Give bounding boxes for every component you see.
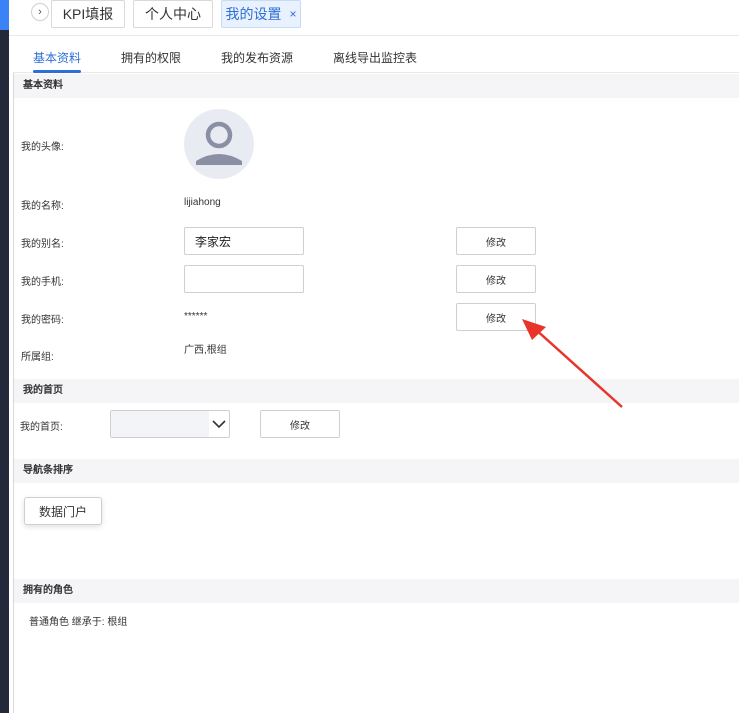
password-value: ****** (184, 311, 208, 322)
app-sidebar-strip (0, 0, 9, 713)
modify-alias-button[interactable]: 修改 (456, 227, 536, 255)
settings-sub-tabs: 基本资料 拥有的权限 我的发布资源 离线导出监控表 (13, 37, 739, 73)
close-icon[interactable]: × (289, 7, 296, 21)
avatar[interactable] (184, 109, 254, 179)
home-select-field (111, 411, 209, 437)
name-label: 我的名称: (21, 201, 64, 212)
section-header-basic: 基本资料 (14, 74, 739, 98)
expand-chevron-icon[interactable]: › (31, 3, 49, 21)
page-tab-personal-center[interactable]: 个人中心 (133, 0, 213, 28)
name-value: lijiahong (184, 197, 221, 208)
tab-published-resources[interactable]: 我的发布资源 (221, 49, 293, 66)
page-tab-my-settings[interactable]: 我的设置 × (221, 0, 301, 28)
alias-label: 我的别名: (21, 239, 64, 250)
page-tabs-bar: › KPI填报 个人中心 我的设置 × (9, 0, 739, 36)
group-value: 广西,根组 (184, 345, 227, 356)
modify-phone-button[interactable]: 修改 (456, 265, 536, 293)
home-label: 我的首页: (20, 422, 63, 433)
home-select[interactable] (110, 410, 230, 438)
modify-home-button[interactable]: 修改 (260, 410, 340, 438)
user-silhouette-icon (196, 121, 242, 165)
tab-offline-export[interactable]: 离线导出监控表 (333, 49, 417, 66)
group-label: 所属组: (21, 352, 54, 363)
page-tab-label: 个人中心 (145, 6, 201, 22)
password-label: 我的密码: (21, 315, 64, 326)
page-tab-label: 我的设置 (225, 6, 282, 22)
avatar-label: 我的头像: (21, 142, 64, 153)
tab-permissions[interactable]: 拥有的权限 (121, 49, 181, 66)
phone-label: 我的手机: (21, 277, 64, 288)
annotation-arrow (522, 319, 623, 408)
chevron-down-icon (212, 420, 226, 429)
tab-basic-info[interactable]: 基本资料 (33, 49, 81, 66)
section-header-nav-sort: 导航条排序 (14, 459, 739, 483)
page-tab-kpi[interactable]: KPI填报 (51, 0, 125, 28)
roles-text: 普通角色 继承于: 根组 (29, 617, 128, 628)
modify-password-button[interactable]: 修改 (456, 303, 536, 331)
page-tab-label: KPI填报 (62, 6, 114, 22)
nav-item-data-portal[interactable]: 数据门户 (24, 497, 102, 525)
section-header-home: 我的首页 (14, 379, 739, 403)
alias-input[interactable] (184, 227, 304, 255)
sidebar-accent (0, 0, 9, 30)
phone-input[interactable] (184, 265, 304, 293)
section-header-roles: 拥有的角色 (14, 579, 739, 603)
active-tab-indicator (33, 70, 81, 73)
